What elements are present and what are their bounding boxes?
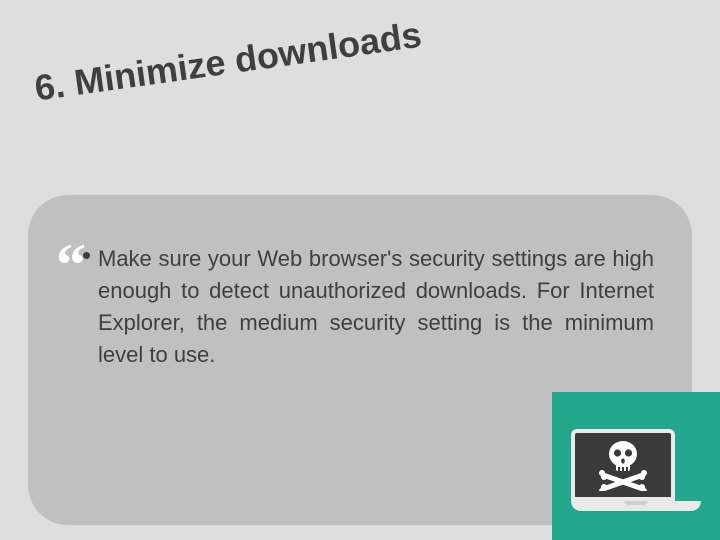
body-text: Make sure your Web browser's security se… [98,243,654,371]
bullet-icon [83,252,90,259]
slide-title: 6. Minimize downloads [32,14,424,110]
quote-mark-icon: “ [56,235,86,295]
laptop-icon [571,429,701,511]
danger-laptop-illustration [552,392,720,540]
skull-crossbones-icon [595,439,651,491]
